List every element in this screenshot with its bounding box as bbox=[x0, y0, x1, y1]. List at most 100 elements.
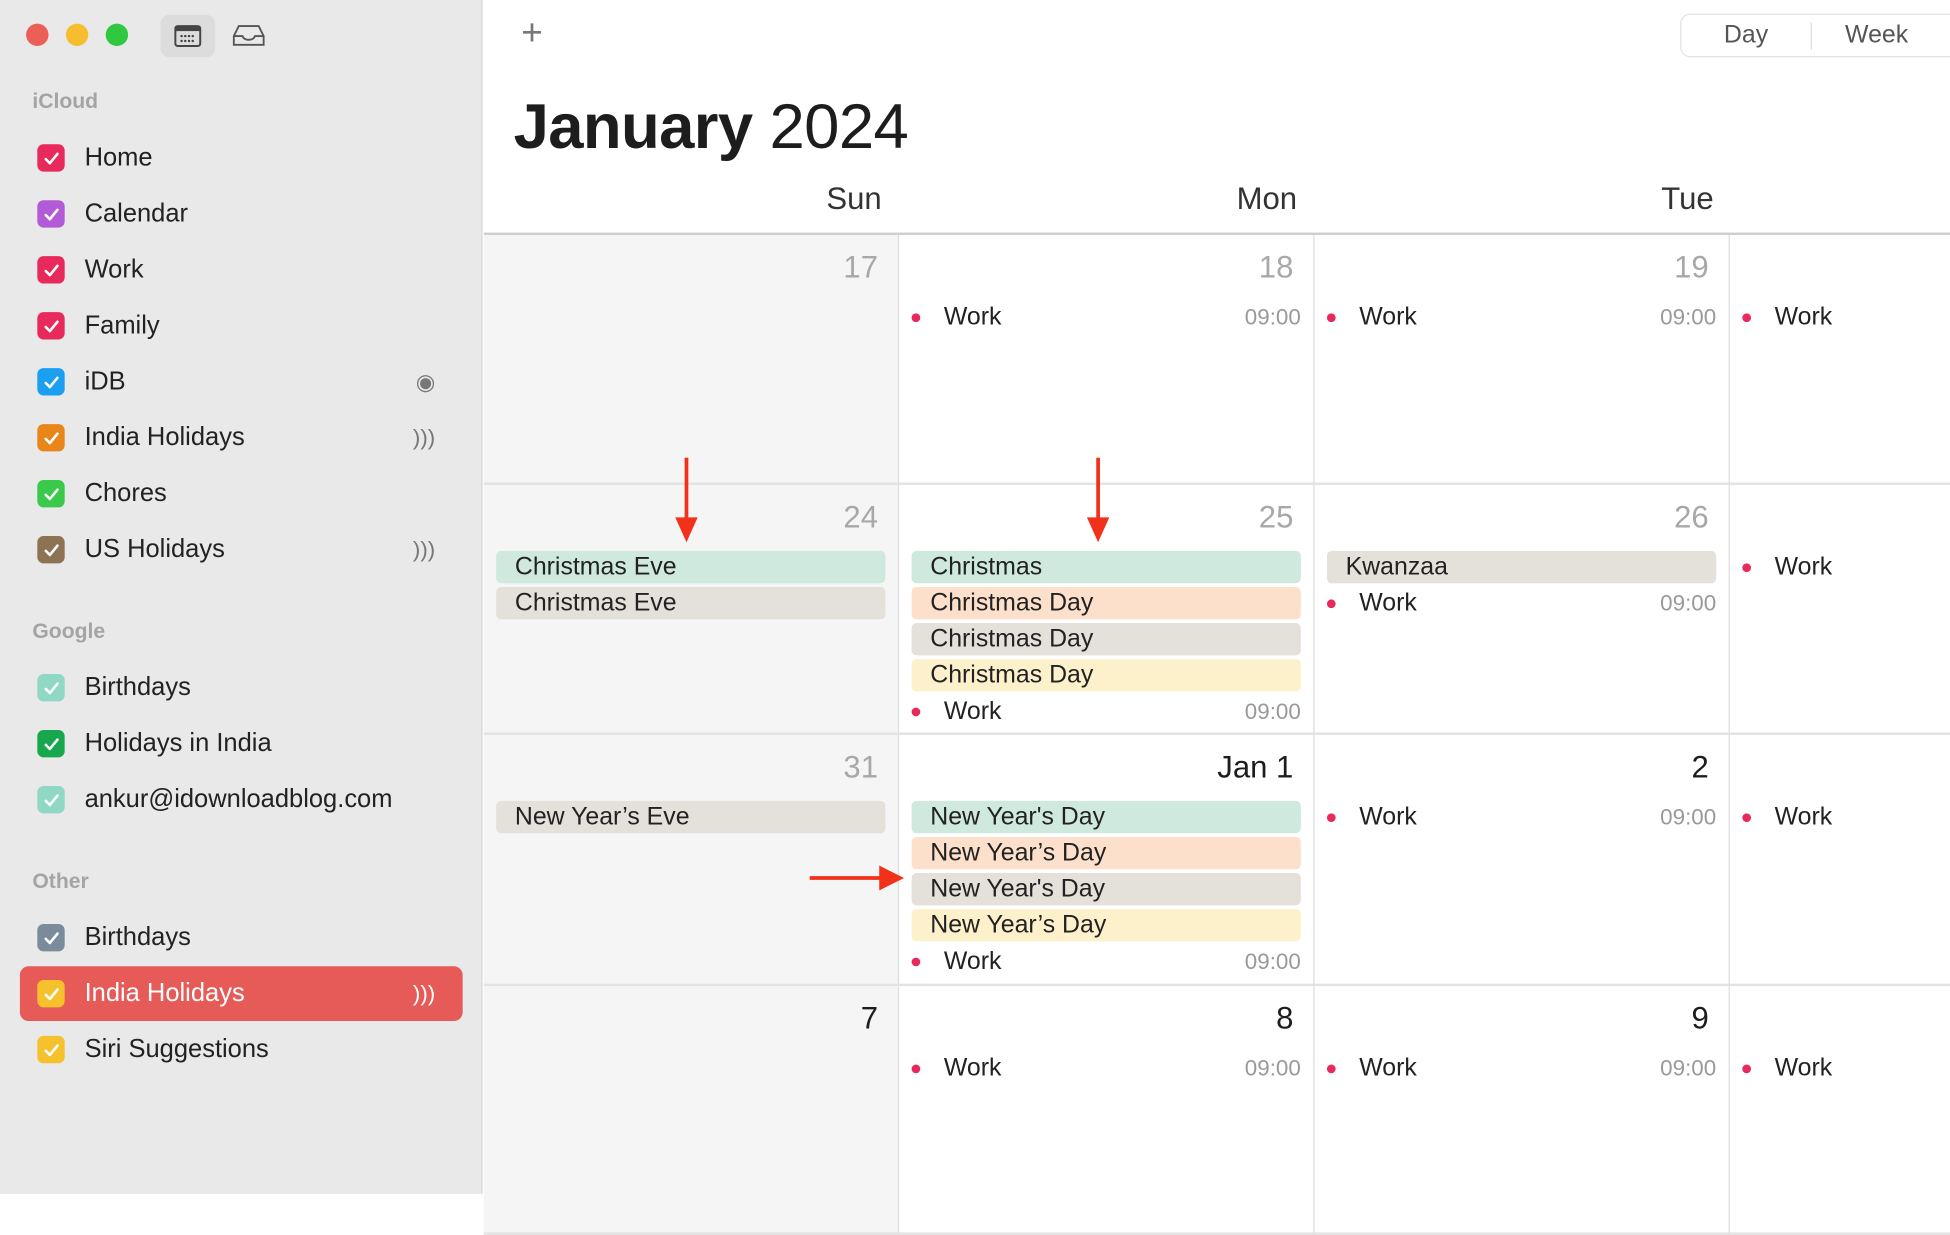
sidebar-item-chores[interactable]: Chores bbox=[20, 466, 463, 521]
all-day-event[interactable]: New Year's Day bbox=[911, 873, 1301, 906]
calendar-dot-icon bbox=[911, 313, 921, 323]
annotation-arrow-down bbox=[675, 457, 698, 543]
zoom-window-button[interactable] bbox=[105, 23, 129, 47]
timed-event[interactable]: Work bbox=[1742, 1052, 1950, 1084]
day-cell[interactable]: Jan 1 New Year's Day New Year’s Day New Yea… bbox=[899, 734, 1315, 987]
view-day-button[interactable]: Day bbox=[1681, 21, 1810, 50]
day-cell[interactable]: 8 Work 09:00 bbox=[899, 986, 1315, 1235]
all-day-event[interactable]: New Year’s Eve bbox=[496, 800, 886, 834]
timed-event[interactable]: Work bbox=[1742, 551, 1950, 583]
month-label: January bbox=[513, 90, 754, 162]
sidebar-item-siri-suggestions[interactable]: Siri Suggestions bbox=[20, 1022, 463, 1077]
sidebar-item-work[interactable]: Work bbox=[20, 243, 463, 298]
timed-event[interactable]: Work bbox=[1742, 801, 1950, 833]
calendar-checkbox[interactable] bbox=[37, 1035, 65, 1064]
day-cell[interactable]: Work bbox=[1729, 735, 1950, 987]
calendar-checkbox[interactable] bbox=[37, 312, 65, 340]
calendar-dot-icon bbox=[1326, 313, 1336, 323]
timed-event[interactable]: Work bbox=[1742, 301, 1950, 333]
sidebar-item-home[interactable]: Home bbox=[20, 131, 463, 186]
sidebar-item-calendar[interactable]: Calendar bbox=[20, 187, 463, 242]
event-title: Work bbox=[1774, 803, 1833, 831]
broadcast-icon[interactable]: ))) bbox=[413, 981, 435, 1007]
checkmark-icon bbox=[43, 431, 59, 444]
calendar-checkbox[interactable] bbox=[37, 924, 65, 952]
calendar-checkbox[interactable] bbox=[37, 368, 65, 396]
day-cell[interactable]: 18 Work 09:00 bbox=[899, 235, 1315, 486]
close-window-button[interactable] bbox=[26, 23, 49, 47]
sidebar-item-label: India Holidays bbox=[84, 978, 245, 1008]
broadcast-icon[interactable]: ))) bbox=[413, 425, 435, 451]
sidebar-item-birthdays[interactable]: Birthdays bbox=[20, 910, 463, 965]
all-day-event[interactable]: Christmas bbox=[911, 550, 1301, 584]
timed-event[interactable]: Work 09:00 bbox=[1326, 1052, 1717, 1084]
all-day-event[interactable]: New Year’s Day bbox=[911, 909, 1301, 942]
all-day-event[interactable]: Christmas Day bbox=[911, 586, 1301, 620]
inbox-button[interactable] bbox=[228, 15, 270, 57]
calendar-checkbox[interactable] bbox=[37, 979, 65, 1008]
event-title: Work bbox=[1774, 553, 1833, 581]
calendar-checkbox[interactable] bbox=[37, 674, 65, 702]
day-number: 18 bbox=[1258, 249, 1294, 285]
minimize-window-button[interactable] bbox=[65, 23, 89, 47]
day-cell[interactable]: 17 bbox=[483, 235, 900, 486]
day-number: 17 bbox=[843, 249, 878, 285]
day-cell[interactable]: 7 bbox=[483, 986, 900, 1235]
event-title: Work bbox=[1359, 303, 1417, 331]
day-cell[interactable]: 2 Work 09:00 bbox=[1314, 734, 1730, 987]
sidebar-item-birthdays[interactable]: Birthdays bbox=[20, 660, 463, 715]
sidebar-item-idb[interactable]: iDB ◉ bbox=[20, 354, 463, 409]
all-day-event[interactable]: Christmas Day bbox=[911, 659, 1301, 692]
checkmark-icon bbox=[43, 263, 59, 276]
day-number: Jan 1 bbox=[1217, 749, 1294, 785]
view-week-button[interactable]: Week bbox=[1812, 21, 1941, 50]
all-day-event[interactable]: Christmas Day bbox=[911, 623, 1301, 656]
event-title: Work bbox=[943, 697, 1002, 726]
calendar-checkbox[interactable] bbox=[37, 144, 65, 172]
timed-event[interactable]: Work 09:00 bbox=[911, 1052, 1301, 1084]
event-title: New Year’s Day bbox=[930, 839, 1107, 867]
day-cell[interactable]: 9 Work 09:00 bbox=[1314, 986, 1730, 1235]
all-day-event[interactable]: New Year's Day bbox=[911, 800, 1301, 834]
calendar-list-toggle-button[interactable] bbox=[160, 14, 216, 58]
sidebar-item-us-holidays[interactable]: US Holidays))) bbox=[20, 522, 463, 577]
all-day-event[interactable]: Christmas Eve bbox=[496, 550, 886, 584]
timed-event[interactable]: Work 09:00 bbox=[1326, 587, 1716, 619]
sidebar-item-ankur-idownloadblog-com[interactable]: ankur@idownloadblog.com bbox=[20, 772, 463, 827]
add-event-button[interactable]: + bbox=[521, 12, 543, 54]
timed-event[interactable]: Work 09:00 bbox=[911, 695, 1301, 727]
all-day-event[interactable]: Kwanzaa bbox=[1326, 550, 1717, 584]
timed-event[interactable]: Work 09:00 bbox=[1326, 801, 1716, 833]
calendar-checkbox[interactable] bbox=[37, 785, 65, 814]
checkmark-icon bbox=[43, 487, 59, 500]
calendar-checkbox[interactable] bbox=[37, 730, 65, 758]
broadcast-icon[interactable]: ))) bbox=[413, 537, 435, 563]
timed-event[interactable]: Work 09:00 bbox=[911, 945, 1301, 977]
calendar-dot-icon bbox=[1742, 813, 1752, 823]
inbox-tray-icon bbox=[232, 25, 265, 46]
calendar-checkbox[interactable] bbox=[37, 256, 65, 284]
day-cell[interactable]: 26 Kwanzaa Work 09:00 bbox=[1314, 485, 1730, 735]
sidebar-item-family[interactable]: Family bbox=[20, 298, 463, 353]
day-cell[interactable]: Work bbox=[1729, 235, 1950, 486]
event-time: 09:00 bbox=[1244, 948, 1301, 974]
day-cell[interactable]: Work bbox=[1729, 986, 1950, 1235]
calendar-checkbox[interactable] bbox=[37, 536, 65, 564]
day-cell[interactable]: 19 Work 09:00 bbox=[1314, 235, 1730, 486]
sidebar-item-label: Family bbox=[84, 310, 160, 340]
sidebar-item-india-holidays[interactable]: India Holidays))) bbox=[20, 410, 463, 465]
calendar-checkbox[interactable] bbox=[37, 424, 65, 452]
person-circle-icon[interactable]: ◉ bbox=[416, 369, 436, 395]
all-day-event[interactable]: New Year’s Day bbox=[911, 836, 1301, 870]
event-time: 09:00 bbox=[1660, 1055, 1717, 1081]
calendar-checkbox[interactable] bbox=[37, 200, 65, 228]
all-day-event[interactable]: Christmas Eve bbox=[496, 586, 886, 620]
timed-event[interactable]: Work 09:00 bbox=[911, 301, 1301, 333]
sidebar-item-india-holidays[interactable]: India Holidays))) bbox=[19, 966, 463, 1022]
day-cell[interactable]: 31 New Year’s Eve bbox=[483, 734, 900, 987]
timed-event[interactable]: Work 09:00 bbox=[1326, 301, 1716, 333]
event-title: New Year's Day bbox=[930, 875, 1106, 903]
calendar-checkbox[interactable] bbox=[37, 480, 65, 508]
sidebar-item-holidays-in-india[interactable]: Holidays in India bbox=[20, 716, 463, 771]
day-cell[interactable]: Work bbox=[1729, 485, 1950, 735]
